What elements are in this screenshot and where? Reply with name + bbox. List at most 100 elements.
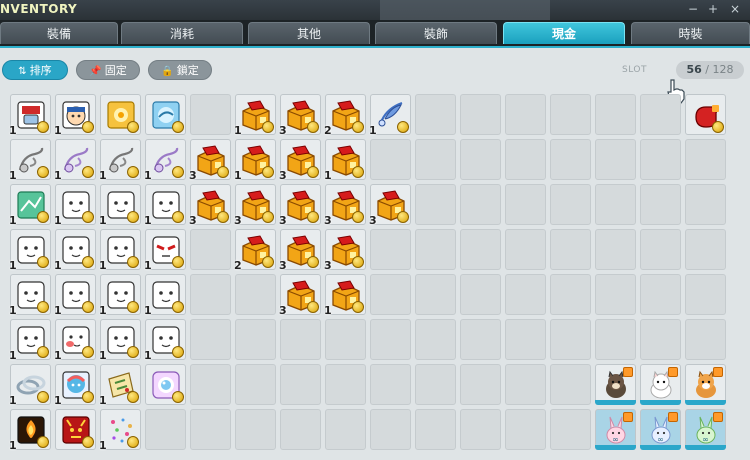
inventory-slot[interactable] [460, 139, 501, 180]
inventory-slot[interactable]: 1 [54, 139, 96, 182]
inventory-slot[interactable] [370, 364, 411, 405]
inventory-slot[interactable] [280, 364, 321, 405]
inventory-slot[interactable] [190, 229, 231, 270]
inventory-slot[interactable] [550, 229, 591, 270]
inventory-slot[interactable] [235, 364, 276, 405]
inventory-slot[interactable] [640, 139, 681, 180]
inventory-slot[interactable] [595, 229, 636, 270]
inventory-slot[interactable] [640, 319, 681, 360]
inventory-slot[interactable] [550, 139, 591, 180]
tab-equip[interactable]: 裝備 [0, 22, 118, 44]
inventory-slot[interactable]: 1 [99, 409, 141, 452]
inventory-slot[interactable]: 1 [144, 274, 186, 317]
inventory-slot[interactable] [55, 409, 96, 450]
inventory-slot[interactable] [505, 319, 546, 360]
inventory-slot[interactable]: 1 [54, 94, 96, 137]
inventory-slot[interactable] [415, 274, 456, 315]
tab-decoration[interactable]: 裝飾 [375, 22, 497, 44]
inventory-slot[interactable]: 3 [279, 229, 321, 272]
inventory-slot[interactable] [100, 94, 141, 135]
inventory-slot[interactable]: 1 [54, 184, 96, 227]
inventory-slot[interactable] [325, 409, 366, 450]
inventory-slot[interactable] [415, 319, 456, 360]
inventory-slot[interactable] [640, 184, 681, 225]
inventory-slot[interactable]: 1 [99, 364, 141, 407]
inventory-slot[interactable]: 1 [9, 94, 51, 137]
inventory-slot[interactable]: 1 [99, 274, 141, 317]
inventory-slot[interactable] [595, 139, 636, 180]
inventory-slot[interactable]: 1 [144, 229, 186, 272]
inventory-slot[interactable] [370, 229, 411, 270]
inventory-slot[interactable]: ∞ [595, 409, 636, 450]
inventory-slot[interactable]: 1 [9, 184, 51, 227]
inventory-slot[interactable] [685, 319, 726, 360]
inventory-slot[interactable]: 3 [189, 139, 231, 182]
inventory-slot[interactable] [595, 94, 636, 135]
inventory-slot[interactable] [460, 409, 501, 450]
inventory-slot[interactable] [685, 184, 726, 225]
sort-button[interactable]: ⇅ 排序 [2, 60, 68, 80]
inventory-slot[interactable] [415, 364, 456, 405]
inventory-slot[interactable] [460, 364, 501, 405]
inventory-slot[interactable]: 1 [234, 139, 276, 182]
inventory-slot[interactable]: 1 [99, 184, 141, 227]
inventory-slot[interactable]: 2 [324, 94, 366, 137]
inventory-slot[interactable]: 1 [324, 139, 366, 182]
inventory-slot[interactable] [505, 364, 546, 405]
inventory-slot[interactable] [415, 184, 456, 225]
inventory-slot[interactable] [685, 229, 726, 270]
inventory-slot[interactable] [370, 409, 411, 450]
inventory-slot[interactable] [550, 94, 591, 135]
inventory-slot[interactable] [190, 409, 231, 450]
inventory-slot[interactable] [505, 94, 546, 135]
inventory-slot[interactable] [190, 364, 231, 405]
inventory-slot[interactable]: 1 [369, 94, 411, 137]
inventory-slot[interactable]: 1 [9, 319, 51, 362]
inventory-slot[interactable] [370, 319, 411, 360]
inventory-slot[interactable] [505, 139, 546, 180]
inventory-slot[interactable] [460, 94, 501, 135]
inventory-slot[interactable]: 1 [324, 274, 366, 317]
inventory-slot[interactable] [370, 139, 411, 180]
inventory-slot[interactable]: 1 [99, 319, 141, 362]
inventory-slot[interactable]: 1 [9, 229, 51, 272]
maximize-button[interactable]: + [706, 2, 720, 16]
inventory-slot[interactable] [550, 364, 591, 405]
lock-button[interactable]: 🔒 鎖定 [148, 60, 212, 80]
inventory-slot[interactable] [235, 274, 276, 315]
inventory-slot[interactable]: 3 [189, 184, 231, 227]
inventory-slot[interactable]: 3 [324, 184, 366, 227]
inventory-slot[interactable] [145, 364, 186, 405]
inventory-slot[interactable]: 1 [9, 364, 51, 407]
inventory-slot[interactable]: 1 [54, 229, 96, 272]
inventory-slot[interactable]: 3 [324, 229, 366, 272]
inventory-slot[interactable] [460, 319, 501, 360]
tab-fashion[interactable]: 時裝 [631, 22, 750, 44]
inventory-slot[interactable] [325, 364, 366, 405]
inventory-slot[interactable] [550, 409, 591, 450]
inventory-slot[interactable] [460, 274, 501, 315]
inventory-slot[interactable] [550, 184, 591, 225]
inventory-slot[interactable] [685, 139, 726, 180]
inventory-slot[interactable] [415, 229, 456, 270]
inventory-slot[interactable] [595, 274, 636, 315]
inventory-slot[interactable]: 1 [54, 319, 96, 362]
inventory-slot[interactable] [325, 319, 366, 360]
inventory-slot[interactable] [640, 364, 681, 405]
inventory-slot[interactable] [415, 139, 456, 180]
inventory-slot[interactable]: 1 [144, 184, 186, 227]
inventory-slot[interactable] [235, 409, 276, 450]
inventory-slot[interactable] [595, 319, 636, 360]
minimize-button[interactable]: − [686, 2, 700, 16]
inventory-slot[interactable]: 1 [144, 319, 186, 362]
inventory-slot[interactable]: 3 [234, 184, 276, 227]
tab-consume[interactable]: 消耗 [121, 22, 243, 44]
inventory-slot[interactable]: ∞ [640, 409, 681, 450]
inventory-slot[interactable]: 1 [234, 94, 276, 137]
inventory-slot[interactable] [640, 229, 681, 270]
inventory-slot[interactable]: 1 [9, 409, 51, 452]
inventory-slot[interactable] [415, 94, 456, 135]
inventory-slot[interactable]: 3 [279, 139, 321, 182]
inventory-slot[interactable] [460, 184, 501, 225]
pin-button[interactable]: 📌 固定 [76, 60, 140, 80]
